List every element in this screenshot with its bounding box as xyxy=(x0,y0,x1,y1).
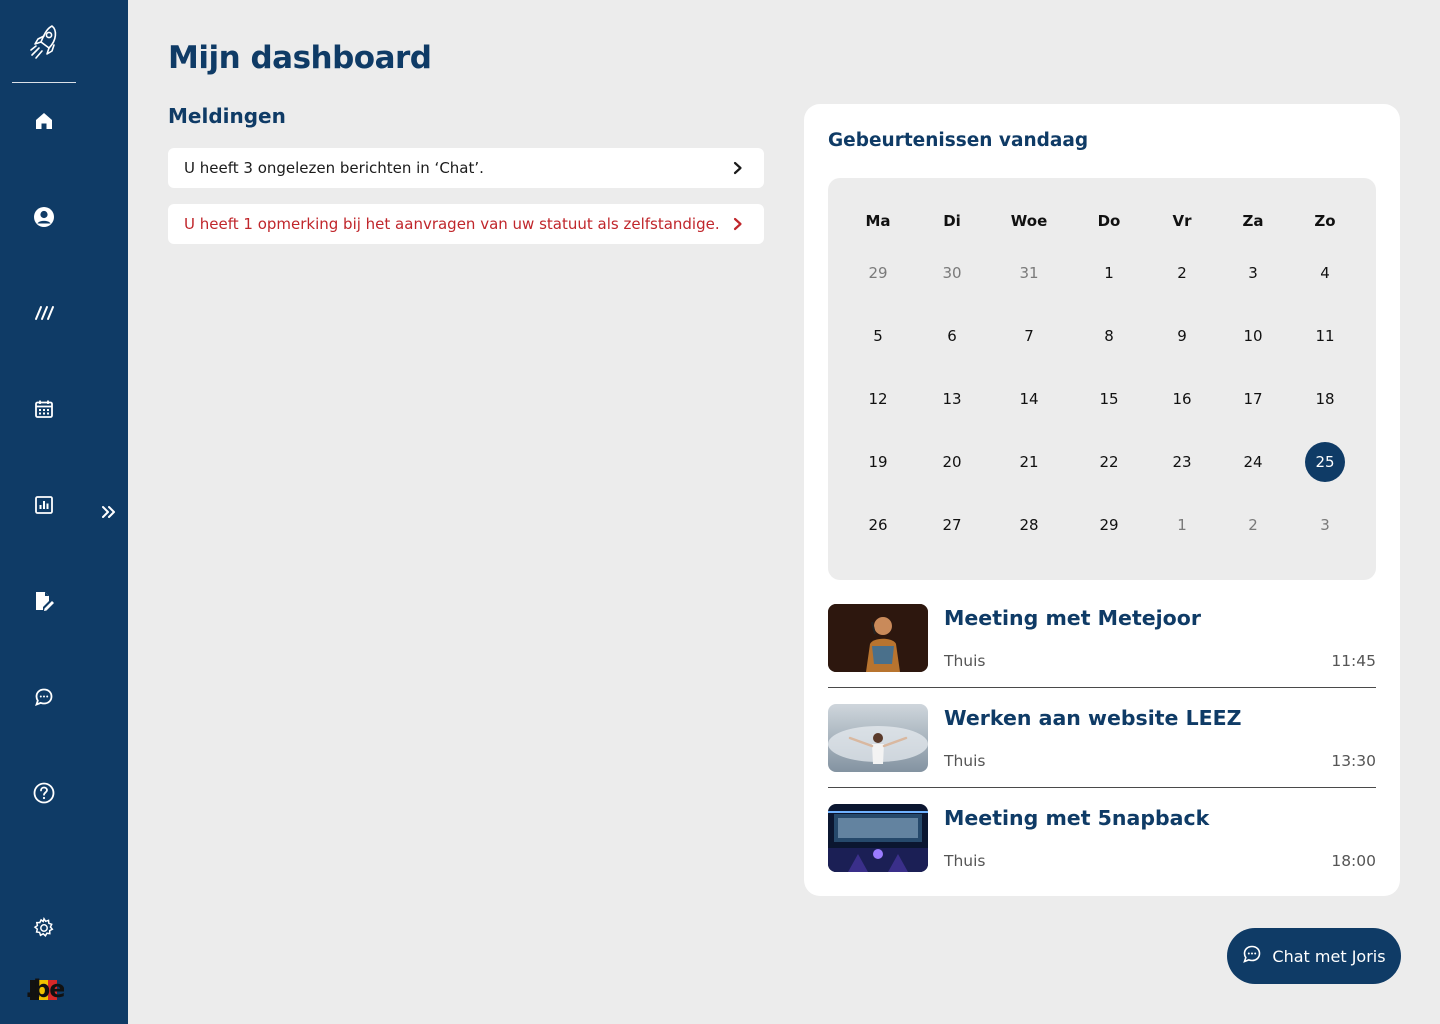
notification-item-warning[interactable]: U heeft 1 opmerking bij het aanvragen va… xyxy=(168,204,764,244)
notification-text: U heeft 3 ongelezen berichten in ‘Chat’. xyxy=(184,159,484,177)
notifications-title: Meldingen xyxy=(168,104,286,128)
calendar-day[interactable]: 19 xyxy=(858,442,898,482)
calendar-day[interactable]: 21 xyxy=(1009,442,1049,482)
calendar-day[interactable]: 31 xyxy=(1009,253,1049,293)
calendar-weekday: Ma xyxy=(865,212,891,230)
calendar-day[interactable]: 24 xyxy=(1233,442,1273,482)
calendar-day[interactable]: 3 xyxy=(1305,505,1345,545)
slashes-icon[interactable] xyxy=(28,297,60,329)
event-item[interactable]: Werken aan website LEEZ Thuis 13:30 xyxy=(828,704,1376,804)
calendar-day-today[interactable]: 25 xyxy=(1305,442,1345,482)
calendar-day[interactable]: 26 xyxy=(858,505,898,545)
event-thumbnail xyxy=(828,804,928,872)
settings-icon[interactable] xyxy=(28,912,60,944)
chevron-right-icon xyxy=(728,214,748,234)
logo-divider xyxy=(12,82,76,83)
rocket-logo-icon[interactable] xyxy=(24,20,64,66)
page-title: Mijn dashboard xyxy=(168,40,432,76)
sidebar: .be xyxy=(0,0,128,1024)
event-item[interactable]: Meeting met 5napback Thuis 18:00 xyxy=(828,804,1376,904)
calendar-day[interactable]: 8 xyxy=(1089,316,1129,356)
calendar-day[interactable]: 15 xyxy=(1089,379,1129,419)
calendar: Ma Di Woe Do Vr Za Zo 29 30 31 1 2 3 4 5 6 7 8 9 10 11 12 13 14… xyxy=(828,178,1376,580)
svg-text:.be: .be xyxy=(25,975,64,1002)
calendar-day[interactable]: 3 xyxy=(1233,253,1273,293)
event-title: Meeting met Metejoor xyxy=(944,606,1201,630)
calendar-day[interactable]: 13 xyxy=(932,379,972,419)
chevron-right-icon xyxy=(728,158,748,178)
help-icon[interactable] xyxy=(28,777,60,809)
calendar-day[interactable]: 18 xyxy=(1305,379,1345,419)
calendar-day[interactable]: 27 xyxy=(932,505,972,545)
event-title: Meeting met 5napback xyxy=(944,806,1210,830)
chat-icon[interactable] xyxy=(28,681,60,713)
events-card: Gebeurtenissen vandaag Ma Di Woe Do Vr Za Zo 29… xyxy=(804,104,1400,896)
calendar-day[interactable]: 12 xyxy=(858,379,898,419)
calendar-weekday: Woe xyxy=(1010,212,1048,230)
user-icon[interactable] xyxy=(28,201,60,233)
event-divider xyxy=(828,687,1376,688)
calendar-weekday: Zo xyxy=(1314,212,1336,230)
chat-button[interactable]: Chat met Joris xyxy=(1227,928,1401,984)
calendar-weekday: Do xyxy=(1097,212,1121,230)
notification-item[interactable]: U heeft 3 ongelezen berichten in ‘Chat’. xyxy=(168,148,764,188)
calendar-day[interactable]: 2 xyxy=(1233,505,1273,545)
event-title: Werken aan website LEEZ xyxy=(944,706,1242,730)
calendar-day[interactable]: 7 xyxy=(1009,316,1049,356)
calendar-day[interactable]: 14 xyxy=(1009,379,1049,419)
home-icon[interactable] xyxy=(28,105,60,137)
event-time: 18:00 xyxy=(1331,852,1376,870)
event-item[interactable]: Meeting met Metejoor Thuis 11:45 xyxy=(828,604,1376,704)
event-place: Thuis xyxy=(944,652,986,670)
calendar-day[interactable]: 4 xyxy=(1305,253,1345,293)
calendar-day[interactable]: 22 xyxy=(1089,442,1129,482)
calendar-day[interactable]: 6 xyxy=(932,316,972,356)
calendar-day[interactable]: 28 xyxy=(1009,505,1049,545)
chart-icon[interactable] xyxy=(28,489,60,521)
event-divider xyxy=(828,787,1376,788)
event-thumbnail xyxy=(828,704,928,772)
calendar-day[interactable]: 10 xyxy=(1233,316,1273,356)
calendar-weekday: Za xyxy=(1242,212,1264,230)
notification-text: U heeft 1 opmerking bij het aanvragen va… xyxy=(184,215,720,233)
event-time: 13:30 xyxy=(1331,752,1376,770)
chat-icon xyxy=(1242,944,1262,968)
calendar-icon[interactable] xyxy=(28,393,60,425)
calendar-day[interactable]: 29 xyxy=(858,253,898,293)
event-place: Thuis xyxy=(944,752,986,770)
event-place: Thuis xyxy=(944,852,986,870)
expand-sidebar-icon[interactable] xyxy=(96,498,122,526)
calendar-day[interactable]: 2 xyxy=(1162,253,1202,293)
calendar-day[interactable]: 5 xyxy=(858,316,898,356)
document-edit-icon[interactable] xyxy=(28,585,60,617)
calendar-day[interactable]: 30 xyxy=(932,253,972,293)
calendar-day[interactable]: 1 xyxy=(1162,505,1202,545)
events-title: Gebeurtenissen vandaag xyxy=(828,130,1089,151)
calendar-day[interactable]: 20 xyxy=(932,442,972,482)
event-time: 11:45 xyxy=(1331,652,1376,670)
calendar-day[interactable]: 9 xyxy=(1162,316,1202,356)
calendar-day[interactable]: 1 xyxy=(1089,253,1129,293)
calendar-day[interactable]: 23 xyxy=(1162,442,1202,482)
calendar-weekday: Vr xyxy=(1172,212,1192,230)
calendar-day[interactable]: 16 xyxy=(1162,379,1202,419)
belgium-logo: .be xyxy=(24,972,66,1006)
calendar-day[interactable]: 29 xyxy=(1089,505,1129,545)
calendar-day[interactable]: 11 xyxy=(1305,316,1345,356)
event-thumbnail xyxy=(828,604,928,672)
chat-button-label: Chat met Joris xyxy=(1272,946,1386,966)
calendar-day[interactable]: 17 xyxy=(1233,379,1273,419)
calendar-weekday: Di xyxy=(943,212,961,230)
